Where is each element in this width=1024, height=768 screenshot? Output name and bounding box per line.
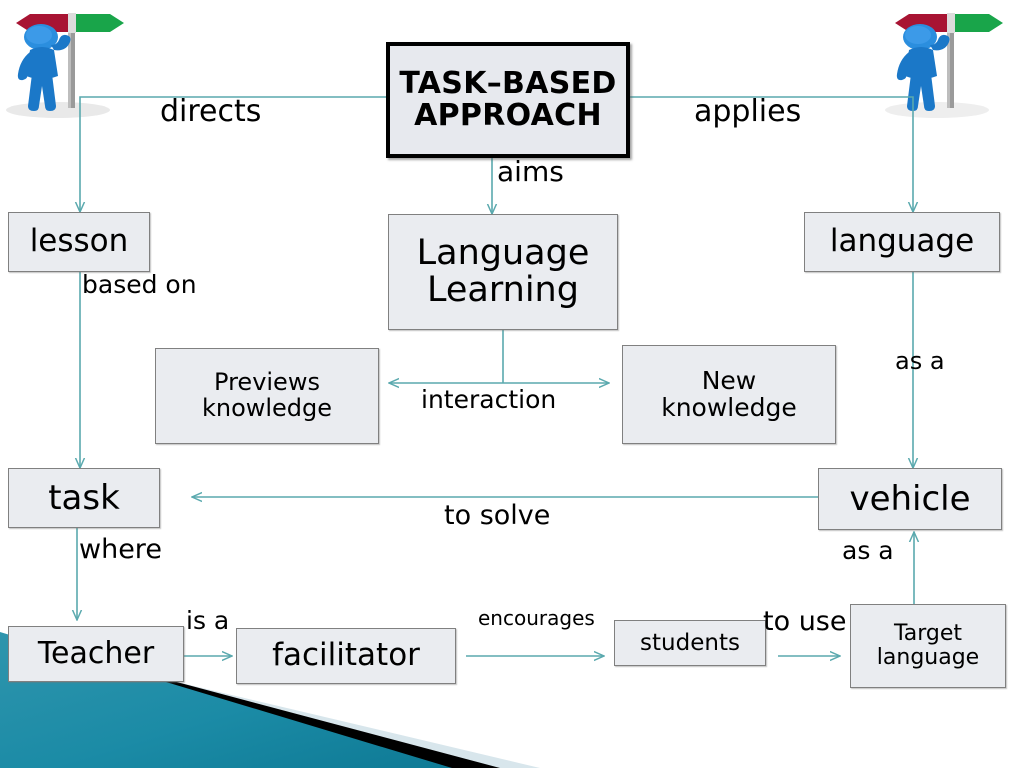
node-new-knowledge-line-2: knowledge — [661, 392, 797, 422]
title-line-1: TASK–BASED — [399, 65, 617, 101]
node-facilitator[interactable]: facilitator — [236, 628, 456, 684]
slide-canvas: TASK–BASED APPROACH lesson Language Lear… — [0, 0, 1024, 768]
node-new-knowledge[interactable]: New knowledge — [622, 345, 836, 444]
node-previews-knowledge[interactable]: Previews knowledge — [155, 348, 379, 444]
edge-label-directs: directs — [160, 94, 262, 129]
node-lesson[interactable]: lesson — [8, 212, 150, 272]
node-vehicle[interactable]: vehicle — [818, 468, 1002, 530]
edge-label-to-use: to use — [763, 606, 847, 637]
title-line-2: APPROACH — [414, 98, 602, 133]
node-language[interactable]: language — [804, 212, 1000, 272]
node-target-language-line-1: Target — [893, 621, 963, 647]
node-language-learning-line-2: Learning — [427, 270, 579, 310]
edge-label-to-solve: to solve — [444, 500, 551, 531]
edge-label-as-a-right: as a — [895, 347, 945, 375]
node-task[interactable]: task — [8, 468, 160, 528]
node-previews-line-2: knowledge — [201, 394, 333, 422]
node-language-learning-line-1: Language — [416, 232, 590, 273]
edge-label-applies: applies — [694, 94, 802, 129]
node-task-label: task — [48, 477, 120, 518]
node-new-knowledge-line-1: New — [701, 365, 757, 395]
edge-label-based-on: based on — [82, 270, 197, 299]
node-task-based-approach[interactable]: TASK–BASED APPROACH — [386, 42, 630, 158]
node-teacher-label: Teacher — [37, 635, 155, 671]
edge-label-where: where — [79, 534, 162, 565]
node-target-language[interactable]: Target language — [850, 604, 1006, 688]
node-facilitator-label: facilitator — [272, 637, 420, 674]
edge-label-is-a: is a — [186, 606, 230, 635]
node-lesson-label: lesson — [29, 223, 129, 260]
node-language-learning[interactable]: Language Learning — [388, 214, 618, 330]
node-target-language-line-2: language — [876, 645, 980, 670]
node-students[interactable]: students — [614, 620, 766, 666]
node-language-label: language — [829, 223, 975, 260]
node-teacher[interactable]: Teacher — [8, 626, 184, 682]
node-previews-line-1: Previews — [214, 368, 320, 397]
edge-label-interaction: interaction — [421, 385, 557, 414]
edge-label-encourages: encourages — [478, 606, 595, 630]
node-vehicle-label: vehicle — [849, 478, 971, 519]
edge-label-aims: aims — [497, 155, 564, 188]
edge-label-as-a-bottom: as a — [842, 536, 894, 565]
node-students-label: students — [640, 629, 740, 656]
